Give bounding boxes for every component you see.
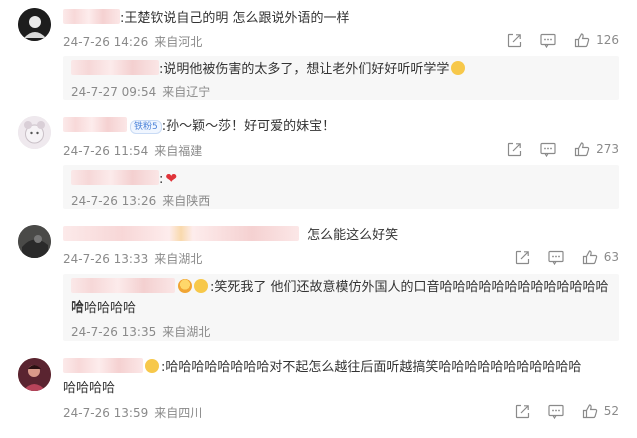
comment-actions: 273 bbox=[489, 141, 619, 157]
comment-date: 24-7-26 14:26 bbox=[63, 35, 149, 49]
comment-location: 来自河北 bbox=[154, 35, 203, 49]
share-icon bbox=[507, 142, 522, 156]
reply-location: 来自湖北 bbox=[162, 325, 211, 339]
comment-3: 怎么能这么好笑 24-7-26 13:33 来自湖北 63 :笑死我了 他们还故意… bbox=[0, 215, 637, 345]
avatar[interactable] bbox=[18, 116, 51, 149]
comment-4: :哈哈哈哈哈哈哈哈对不起怎么越往后面听越搞笑哈哈哈哈哈哈哈哈哈哈哈 哈哈哈哈 2… bbox=[0, 345, 637, 438]
comment-button[interactable] bbox=[540, 33, 556, 48]
comment-text: :王楚钦说自己的明 怎么跟说外语的一样 bbox=[63, 9, 350, 29]
reply-text-continued: 哈哈哈哈哈 bbox=[71, 301, 137, 316]
blurred-username[interactable] bbox=[71, 278, 175, 293]
heart-emoji-icon: ❤ bbox=[165, 171, 178, 187]
comment-location: 来自四川 bbox=[154, 406, 203, 420]
comment-location: 来自福建 bbox=[154, 144, 203, 158]
reply-date: 24-7-27 09:54 bbox=[71, 85, 157, 99]
like-button[interactable]: 126 bbox=[574, 32, 619, 48]
share-icon bbox=[515, 250, 529, 264]
comment-button[interactable] bbox=[540, 142, 556, 157]
reply-location: 来自辽宁 bbox=[162, 85, 211, 99]
reply-meta: 24-7-27 09:54 来自辽宁 bbox=[71, 83, 210, 100]
share-icon bbox=[507, 33, 522, 47]
like-count: 273 bbox=[596, 142, 619, 156]
reply-box: :说明他被伤害的太多了，想让老外们好好听听学学 24-7-27 09:54 来自辽… bbox=[63, 56, 619, 100]
laughing-emoji-icon bbox=[145, 359, 159, 373]
comment-actions: 63 bbox=[497, 249, 619, 265]
comment-meta: 24-7-26 13:59 来自四川 bbox=[63, 404, 202, 421]
comment-text: 铁粉5:孙～颖～莎！好可爱的妹宝！ bbox=[63, 117, 335, 137]
comment-text: :哈哈哈哈哈哈哈哈对不起怎么越往后面听越搞笑哈哈哈哈哈哈哈哈哈哈哈 bbox=[63, 358, 581, 378]
thumbs-up-icon bbox=[574, 32, 590, 47]
blurred-username[interactable] bbox=[63, 226, 299, 241]
share-button[interactable] bbox=[507, 142, 522, 157]
comment-2: 铁粉5:孙～颖～莎！好可爱的妹宝！ 24-7-26 11:54 来自福建 273 … bbox=[0, 108, 637, 215]
comment-actions: 126 bbox=[489, 32, 619, 48]
comment-location: 来自湖北 bbox=[154, 252, 203, 266]
comment-icon bbox=[540, 142, 556, 157]
comment-meta: 24-7-26 13:33 来自湖北 bbox=[63, 250, 202, 267]
share-icon bbox=[515, 404, 529, 418]
blurred-username[interactable] bbox=[71, 60, 159, 75]
like-count: 126 bbox=[596, 33, 619, 47]
comment-date: 24-7-26 13:59 bbox=[63, 406, 149, 420]
share-button[interactable] bbox=[515, 404, 530, 419]
blurred-username[interactable] bbox=[71, 170, 159, 185]
comment-icon bbox=[540, 33, 556, 48]
blurred-username[interactable] bbox=[63, 358, 143, 373]
thumbs-up-icon bbox=[582, 249, 597, 264]
reply-meta: 24-7-26 13:35 来自湖北 bbox=[71, 323, 210, 340]
reply-box: :笑死我了 他们还故意模仿外国人的口音哈哈哈哈哈哈哈哈哈哈哈哈哈哈 哈哈哈哈哈 … bbox=[63, 274, 619, 341]
comment-icon bbox=[548, 250, 564, 265]
laughing-emoji-icon bbox=[451, 61, 466, 75]
blurred-username[interactable] bbox=[63, 9, 120, 24]
avatar[interactable] bbox=[18, 8, 51, 41]
reply-text: : ❤ bbox=[71, 169, 177, 190]
laughing-emoji-icon bbox=[194, 279, 208, 293]
comment-icon bbox=[548, 404, 564, 419]
comment-button[interactable] bbox=[548, 404, 564, 419]
like-count: 63 bbox=[603, 250, 619, 264]
comment-1: :王楚钦说自己的明 怎么跟说外语的一样 24-7-26 14:26 来自河北 12… bbox=[0, 0, 637, 108]
reply-box: : ❤ 24-7-26 13:26 来自陕西 bbox=[63, 165, 619, 209]
comment-date: 24-7-26 13:33 bbox=[63, 252, 149, 266]
thumbs-up-icon bbox=[582, 403, 597, 418]
reply-date: 24-7-26 13:26 bbox=[71, 194, 157, 208]
comment-meta: 24-7-26 14:26 来自河北 bbox=[63, 33, 202, 50]
comment-button[interactable] bbox=[548, 250, 564, 265]
reply-text: :说明他被伤害的太多了，想让老外们好好听听学学 bbox=[71, 60, 466, 80]
like-button[interactable]: 273 bbox=[574, 141, 619, 157]
reply-meta: 24-7-26 13:26 来自陕西 bbox=[71, 192, 210, 209]
vip-crown-icon bbox=[178, 279, 192, 293]
avatar[interactable] bbox=[18, 225, 51, 258]
reply-date: 24-7-26 13:35 bbox=[71, 325, 157, 339]
comment-date: 24-7-26 11:54 bbox=[63, 144, 149, 158]
reply-location: 来自陕西 bbox=[162, 194, 211, 208]
share-button[interactable] bbox=[515, 250, 530, 265]
comment-actions: 52 bbox=[497, 403, 619, 419]
comment-text-continued: 哈哈哈哈 bbox=[63, 381, 116, 396]
reply-text: :笑死我了 他们还故意模仿外国人的口音哈哈哈哈哈哈哈哈哈哈哈哈哈哈 bbox=[71, 278, 609, 315]
like-button[interactable]: 63 bbox=[582, 249, 619, 265]
avatar[interactable] bbox=[18, 358, 51, 391]
fan-level-badge: 铁粉5 bbox=[130, 120, 162, 134]
comment-text: 怎么能这么好笑 bbox=[63, 226, 398, 246]
like-button[interactable]: 52 bbox=[582, 403, 619, 419]
comment-meta: 24-7-26 11:54 来自福建 bbox=[63, 142, 202, 159]
share-button[interactable] bbox=[507, 33, 522, 48]
like-count: 52 bbox=[603, 404, 619, 418]
blurred-username[interactable] bbox=[63, 117, 127, 132]
thumbs-up-icon bbox=[574, 141, 590, 156]
